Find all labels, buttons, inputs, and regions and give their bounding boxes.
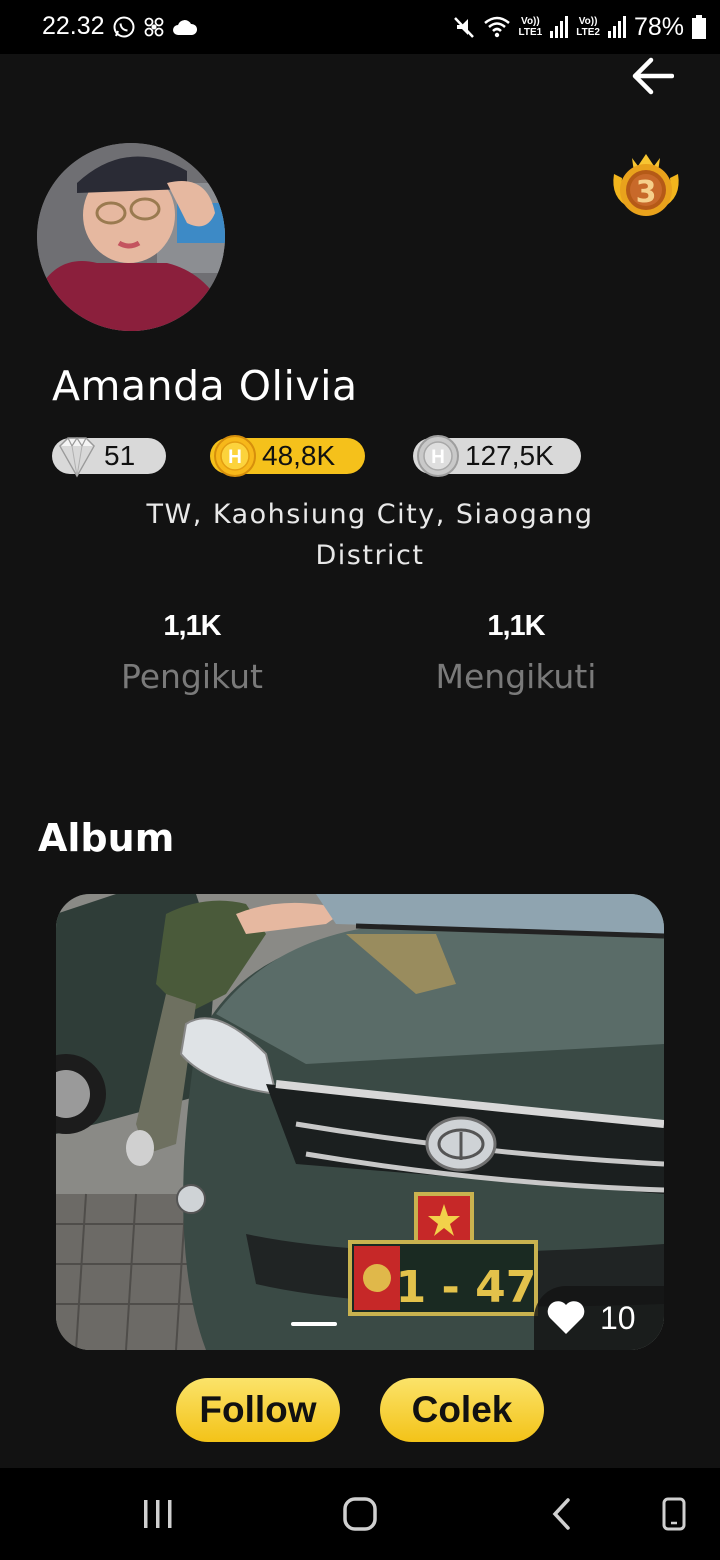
recent-apps-icon [144,1500,172,1528]
phone-rotate-icon [662,1497,686,1531]
signal-icon [550,16,569,38]
followers-stat[interactable]: 1,1K Pengikut [72,610,312,696]
home-button[interactable] [330,1494,390,1534]
rank-number: 3 [636,175,657,210]
silver-coin-balance: H 127,5K [413,435,581,477]
diamond-balance: 51 [52,436,166,478]
album-title: Album [38,816,175,860]
profile-name: Amanda Olivia [52,362,358,410]
battery-icon [692,15,706,39]
mute-icon [453,17,474,38]
diamond-count: 51 [104,440,136,471]
arrow-left-icon [632,57,674,95]
recent-apps-button[interactable] [128,1494,188,1534]
svg-text:H: H [431,447,445,468]
following-count: 1,1K [487,610,545,642]
wifi-icon [483,16,510,38]
avatar-photo [37,143,225,331]
status-system-icons: Vo)) LTE1 Vo)) LTE2 78% [453,10,706,44]
album-photo[interactable]: 1 - 47 10 [56,894,664,1350]
fan-icon [144,17,164,37]
screen-toggle-button[interactable] [644,1494,704,1534]
svg-text:H: H [228,447,242,468]
heart-icon [547,1301,585,1334]
battery-percent: 78% [633,12,684,41]
like-count: 10 [600,1299,636,1336]
status-bar: 22.32 Vo)) LTE1 Vo)) LTE2 78% [0,0,720,54]
status-notification-icons [112,12,198,42]
album-photo-image: 1 - 47 [56,894,664,1350]
rank-badge[interactable]: 3 [606,146,686,226]
avatar[interactable] [37,143,225,331]
back-nav-button[interactable] [532,1494,592,1534]
like-button[interactable]: 10 [534,1286,664,1350]
gold-coin-icon: H [214,435,256,477]
followers-count: 1,1K [163,610,221,642]
following-label: Mengikuti [435,657,597,696]
system-navigation-bar [0,1468,720,1560]
home-icon [343,1497,377,1531]
signal-icon-2 [607,16,626,38]
diamond-icon [59,436,95,478]
follow-button[interactable]: Follow [176,1378,340,1442]
followers-label: Pengikut [120,657,263,696]
chevron-left-icon [552,1498,570,1530]
rank-medal-icon: 3 [613,154,679,216]
gold-coin-count: 48,8K [262,440,336,471]
silver-coin-icon: H [417,435,459,477]
whatsapp-icon [113,16,135,38]
network-label-1: Vo)) LTE1 [518,16,543,38]
album-page-indicator [291,1322,337,1326]
cloud-icon [173,20,198,35]
network-label-2: Vo)) LTE2 [576,16,600,38]
following-stat[interactable]: 1,1K Mengikuti [396,610,636,696]
silver-coin-count: 127,5K [465,440,554,471]
gold-coin-balance: H 48,8K [210,435,365,477]
profile-location: TW, Kaohsiung City, Siaogang District [146,499,594,571]
svg-text:1 - 47: 1 - 47 [396,1262,537,1313]
status-time: 22.32 [42,12,105,40]
back-button[interactable] [626,52,680,100]
colek-button[interactable]: Colek [380,1378,544,1442]
